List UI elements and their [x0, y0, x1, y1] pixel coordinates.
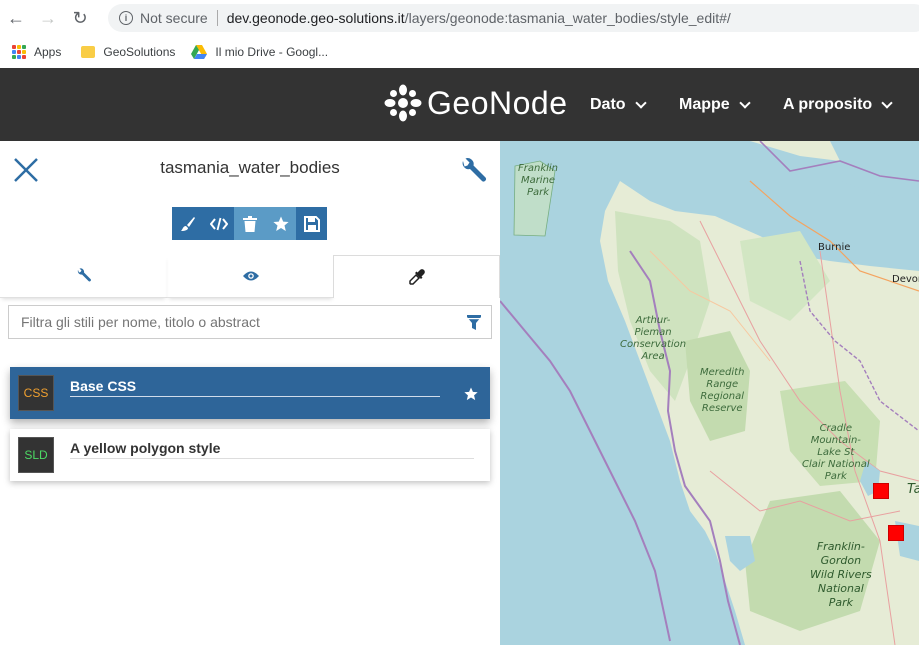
divider — [70, 458, 474, 459]
edit-style-button[interactable] — [172, 207, 203, 240]
address-bar[interactable]: i Not secure dev.geonode.geo-solutions.i… — [108, 4, 919, 32]
geonode-logo[interactable]: GeoNode — [383, 82, 567, 124]
default-star-icon — [464, 387, 478, 404]
map-label-devonport: Devor — [892, 274, 919, 285]
tab-styles[interactable] — [333, 255, 500, 298]
bookmark-google-drive[interactable]: Il mio Drive - Googl... — [191, 45, 328, 59]
panel-title: tasmania_water_bodies — [160, 158, 340, 177]
map-label-cradle-mountain: Cradle Mountain- Lake St Clair National Park — [802, 423, 870, 482]
css-format-badge: CSS — [18, 375, 54, 411]
star-icon — [272, 216, 289, 231]
bookmark-geosolutions[interactable]: GeoSolutions — [81, 45, 175, 59]
menu-label: A proposito — [783, 96, 873, 113]
wrench-icon[interactable] — [458, 157, 488, 185]
map-label-meredith-range: Meredith Range Regional Reserve — [700, 367, 745, 414]
style-filter[interactable] — [8, 305, 492, 339]
tab-properties[interactable] — [0, 255, 167, 298]
bookmark-apps[interactable]: Apps — [12, 45, 61, 59]
menu-mappe[interactable]: Mappe — [679, 96, 751, 114]
filter-icon[interactable] — [467, 315, 481, 331]
sld-format-badge: SLD — [18, 437, 54, 473]
eye-icon — [242, 271, 259, 281]
security-label: Not secure — [140, 10, 208, 26]
set-default-button[interactable] — [265, 207, 296, 240]
divider — [216, 10, 218, 26]
trash-icon — [242, 215, 257, 232]
menu-label: Mappe — [679, 96, 730, 113]
map-label-burnie: Burnie — [818, 242, 851, 253]
apps-grid-icon — [12, 45, 26, 59]
bookmarks-bar: Apps GeoSolutions Il mio Drive - Googl..… — [0, 36, 919, 68]
style-toolbar — [172, 207, 327, 240]
url-path: /layers/geonode:tasmania_water_bodies/st… — [404, 10, 731, 26]
site-header: GeoNode Dato Mappe A proposito — [0, 68, 919, 141]
divider — [70, 396, 440, 397]
water-body-feature[interactable] — [873, 483, 889, 499]
menu-label: Dato — [590, 96, 626, 113]
code-button[interactable] — [203, 207, 234, 240]
code-icon — [209, 217, 228, 230]
screen: ← → ↻ i Not secure dev.geonode.geo-solut… — [0, 0, 919, 645]
water-body-feature[interactable] — [888, 525, 904, 541]
bookmark-label: Il mio Drive - Googl... — [215, 45, 329, 59]
map-label-ta: Ta — [907, 482, 919, 497]
google-drive-icon — [191, 45, 208, 59]
bookmark-label: Apps — [34, 45, 62, 59]
browser-toolbar: ← → ↻ i Not secure dev.geonode.geo-solut… — [0, 0, 919, 36]
forward-button[interactable]: → — [32, 0, 64, 36]
map-label-franklin-gordon: Franklin- Gordon Wild Rivers National Park — [810, 540, 872, 609]
bookmark-label: GeoSolutions — [103, 45, 176, 59]
tab-preview[interactable] — [167, 255, 334, 298]
panel-tabs — [0, 255, 500, 298]
menu-a-proposito[interactable]: A proposito — [783, 96, 893, 114]
wrench-icon — [77, 268, 91, 282]
reload-button[interactable]: ↻ — [64, 0, 96, 36]
style-title: Base CSS — [70, 378, 137, 394]
back-button[interactable]: ← — [0, 0, 32, 36]
floppy-disk-icon — [303, 215, 320, 232]
eyedropper-icon — [408, 269, 425, 285]
url-host: dev.geonode.geo-solutions.it — [226, 10, 405, 26]
folder-icon — [81, 46, 96, 58]
map-label-franklin-marine-park: Franklin Marine Park — [518, 163, 559, 198]
map-view[interactable]: Franklin Marine Park Burnie Devor Arthur- P… — [500, 141, 919, 645]
geonode-logo-icon — [384, 84, 422, 122]
style-editor-panel: tasmania_water_bodies Filtra gli stili p… — [0, 141, 500, 645]
style-title: A yellow polygon style — [70, 440, 221, 456]
chevron-down-icon — [739, 96, 751, 109]
logo-text: GeoNode — [427, 84, 568, 121]
chevron-down-icon — [881, 96, 893, 109]
menu-dato[interactable]: Dato — [590, 96, 647, 114]
style-filter-input[interactable] — [21, 314, 441, 330]
style-item-selected[interactable]: CSS Base CSS — [10, 367, 490, 419]
map-label-arthur-pieman: Arthur- Pieman Conservation Area — [620, 315, 687, 362]
info-icon[interactable]: i — [119, 11, 133, 25]
chevron-down-icon — [634, 96, 647, 109]
save-button[interactable] — [296, 207, 327, 240]
delete-button[interactable] — [234, 207, 265, 240]
style-item[interactable]: SLD A yellow polygon style — [10, 429, 490, 481]
brush-icon — [180, 216, 195, 231]
